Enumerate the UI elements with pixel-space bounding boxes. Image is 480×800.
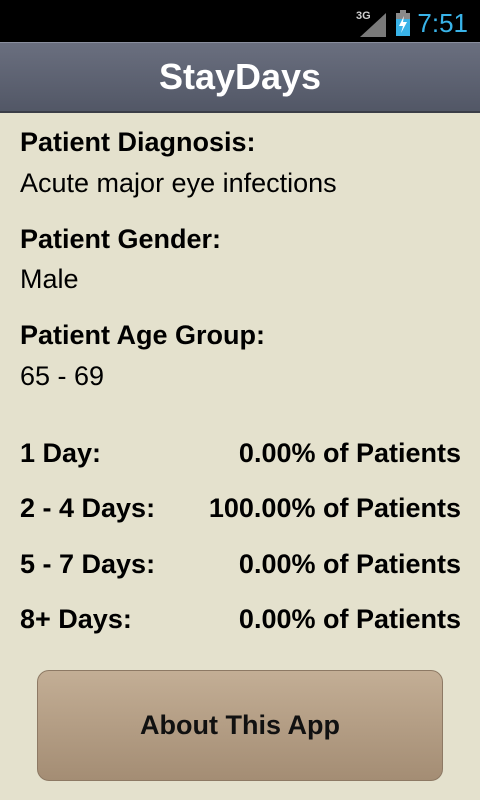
about-this-app-button[interactable]: About This App <box>37 670 443 781</box>
diagnosis-label: Patient Diagnosis: <box>20 127 256 157</box>
app-title-bar: StayDays <box>0 42 480 113</box>
stay-row-value: 0.00% of Patients <box>238 549 461 579</box>
stay-row-1-day: 1 Day: 0.00% of Patients <box>20 438 461 472</box>
battery-icon <box>396 10 410 36</box>
gender-label: Patient Gender: <box>20 224 222 254</box>
status-clock: 7:51 <box>417 8 468 38</box>
stay-row-value: 0.00% of Patients <box>238 438 461 468</box>
status-bar: 3G 7:51 <box>0 0 480 42</box>
age-group-value: 65 - 69 <box>20 361 105 391</box>
about-button-label: About This App <box>140 710 340 740</box>
stay-row-label: 5 - 7 Days: <box>20 549 156 579</box>
stay-row-2-4-days: 2 - 4 Days: 100.00% of Patients <box>20 493 461 527</box>
stay-row-8-plus-days: 8+ Days: 0.00% of Patients <box>20 604 461 638</box>
stay-row-5-7-days: 5 - 7 Days: 0.00% of Patients <box>20 549 461 583</box>
stay-row-label: 1 Day: <box>20 438 102 468</box>
stay-row-value: 100.00% of Patients <box>208 493 461 523</box>
stay-row-value: 0.00% of Patients <box>238 604 461 634</box>
stay-row-label: 2 - 4 Days: <box>20 493 156 523</box>
signal-icon <box>360 13 386 37</box>
stay-row-label: 8+ Days: <box>20 604 132 634</box>
app-title: StayDays <box>158 56 322 97</box>
gender-value: Male <box>20 264 79 294</box>
age-group-label: Patient Age Group: <box>20 320 266 350</box>
diagnosis-value: Acute major eye infections <box>20 168 337 198</box>
